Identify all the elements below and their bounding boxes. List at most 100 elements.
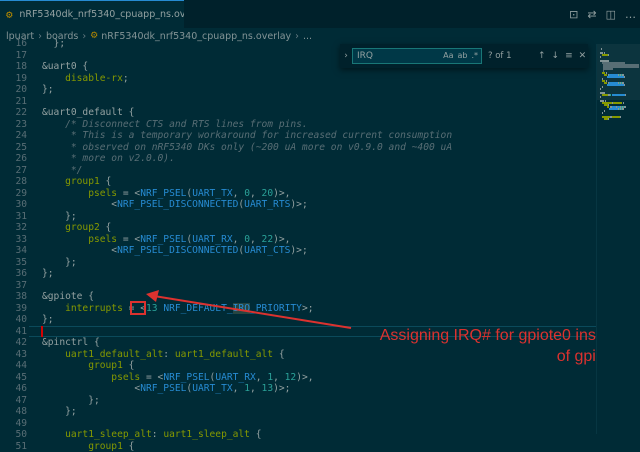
minimap-stroke (601, 48, 602, 50)
minimap-stroke (607, 84, 619, 86)
previous-match-icon[interactable]: ↑ (538, 51, 546, 61)
next-match-icon[interactable]: ↓ (552, 51, 560, 61)
code-text: */ (42, 165, 82, 177)
code-line: 48 }; (0, 406, 596, 418)
line-number: 16 (0, 38, 27, 50)
line-number: 17 (0, 50, 27, 62)
source-control-icon[interactable]: ⊡ (569, 8, 578, 21)
code-line: 33 psels = <NRF_PSEL(UART_RX, 0, 22)>, (0, 234, 596, 246)
code-line: 24 * This is a temporary workaround for … (0, 130, 596, 142)
code-token: NRF_PSEL (140, 234, 186, 245)
line-number: 36 (0, 268, 27, 280)
irq-number-highlight-box (130, 301, 146, 315)
code-editor[interactable]: 16 };1718&uart0 {19 disable-rx;20};2122&… (0, 44, 596, 434)
minimap-stroke (600, 56, 601, 58)
split-editor-icon[interactable]: ◫ (606, 8, 616, 21)
code-token: UART_RX (215, 372, 255, 383)
code-token: group1 (42, 360, 123, 371)
line-number: 39 (0, 303, 27, 315)
code-token: NRF_PSEL (140, 383, 186, 394)
code-text: &uart0_default { (42, 107, 134, 119)
line-number: 20 (0, 84, 27, 96)
code-line: 36}; (0, 268, 596, 280)
code-token: NRF_PSEL_DISCONNECTED (117, 245, 238, 256)
code-token: 12 (285, 372, 297, 383)
code-token: }; (42, 38, 65, 49)
code-token: }; (42, 314, 54, 325)
find-in-selection-icon[interactable]: ≡ (565, 51, 573, 61)
code-token: psels (42, 234, 117, 245)
code-text: <NRF_PSEL(UART_TX, 1, 13)>; (42, 383, 290, 395)
minimap-stroke (603, 68, 613, 70)
code-token: NRF_PSEL (140, 188, 186, 199)
code-token: UART_RX (192, 234, 232, 245)
code-line: 23 /* Disconnect CTS and RTS lines from … (0, 119, 596, 131)
code-text: group2 { (42, 222, 111, 234)
code-line: 28 group1 { (0, 176, 596, 188)
line-number: 23 (0, 119, 27, 131)
code-token: = < (117, 188, 140, 199)
code-token: }; (42, 84, 54, 95)
code-text: }; (42, 84, 54, 96)
annotation-text: Assigning IRQ# for gpiote0 instead of gp… (355, 325, 627, 367)
line-number: 50 (0, 429, 27, 441)
line-number: 18 (0, 61, 27, 73)
code-text: }; (42, 38, 65, 50)
code-token: NRF_PSEL_DISCONNECTED (117, 199, 238, 210)
minimap-stroke (602, 94, 608, 96)
code-line: 45 psels = <NRF_PSEL(UART_RX, 1, 12)>, (0, 372, 596, 384)
more-icon[interactable]: … (625, 8, 636, 21)
minimap-stroke (604, 110, 605, 112)
close-find-icon[interactable]: ✕ (579, 51, 587, 61)
code-line: 29 psels = <NRF_PSEL(UART_TX, 0, 20)>, (0, 188, 596, 200)
toggle-replace-icon[interactable]: › (340, 51, 352, 61)
devicetree-file-icon: ⚙ (6, 8, 15, 21)
code-token: 20 (262, 188, 274, 199)
code-token: disable-rx (42, 73, 123, 84)
code-token: NRF_PSEL (163, 372, 209, 383)
code-token: = < (140, 372, 163, 383)
code-token: UART_CTS (244, 245, 290, 256)
code-token: < (42, 245, 117, 256)
editor-tab[interactable]: ⚙ nRF5340dk_nrf5340_cpuapp_ns.overlay 1,… (0, 0, 184, 28)
line-number: 22 (0, 107, 27, 119)
minimap-stroke (620, 116, 621, 118)
code-line: 47 }; (0, 395, 596, 407)
find-input[interactable]: IRQ Aa ab .* (352, 48, 482, 64)
code-text: }; (42, 211, 77, 223)
compare-icon[interactable]: ⇄ (587, 8, 596, 21)
code-token: /* Disconnect CTS and RTS lines from pin… (42, 119, 308, 130)
minimap-stroke (602, 86, 603, 88)
code-line: 35 }; (0, 257, 596, 269)
tab-label: nRF5340dk_nrf5340_cpuapp_ns.overlay 1, U (19, 9, 184, 20)
code-text: group1 { (42, 441, 134, 452)
code-token: UART_TX (192, 188, 232, 199)
code-token: { (77, 61, 89, 72)
code-line: 46 <NRF_PSEL(UART_TX, 1, 13)>; (0, 383, 596, 395)
code-text: &pinctrl { (42, 337, 100, 349)
code-token: : (152, 429, 164, 440)
code-token: { (273, 349, 285, 360)
minimap-stroke (604, 118, 607, 120)
code-text: disable-rx; (42, 73, 129, 85)
line-number: 29 (0, 188, 27, 200)
code-token: { (82, 291, 94, 302)
code-text: * observed on nRF5340 DKs only (~200 uA … (42, 142, 452, 154)
code-text: <NRF_PSEL_DISCONNECTED(UART_CTS)>; (42, 245, 308, 257)
whole-word-icon[interactable]: ab (457, 51, 467, 60)
code-line: 19 disable-rx; (0, 73, 596, 85)
minimap-stroke (608, 118, 609, 120)
minimap-stroke (612, 116, 620, 118)
code-text: uart1_sleep_alt: uart1_sleep_alt { (42, 429, 262, 441)
regex-icon[interactable]: .* (471, 51, 478, 60)
code-token: = < (117, 234, 140, 245)
code-text: group1 { (42, 176, 111, 188)
code-token: )>, (273, 234, 290, 245)
code-token: : (163, 349, 175, 360)
code-token: * more on v2.0.0). (42, 153, 175, 164)
annotation-arrow (146, 286, 356, 346)
code-token: group2 (42, 222, 100, 233)
line-number: 47 (0, 395, 27, 407)
match-case-icon[interactable]: Aa (443, 51, 453, 60)
minimap[interactable] (596, 44, 640, 434)
